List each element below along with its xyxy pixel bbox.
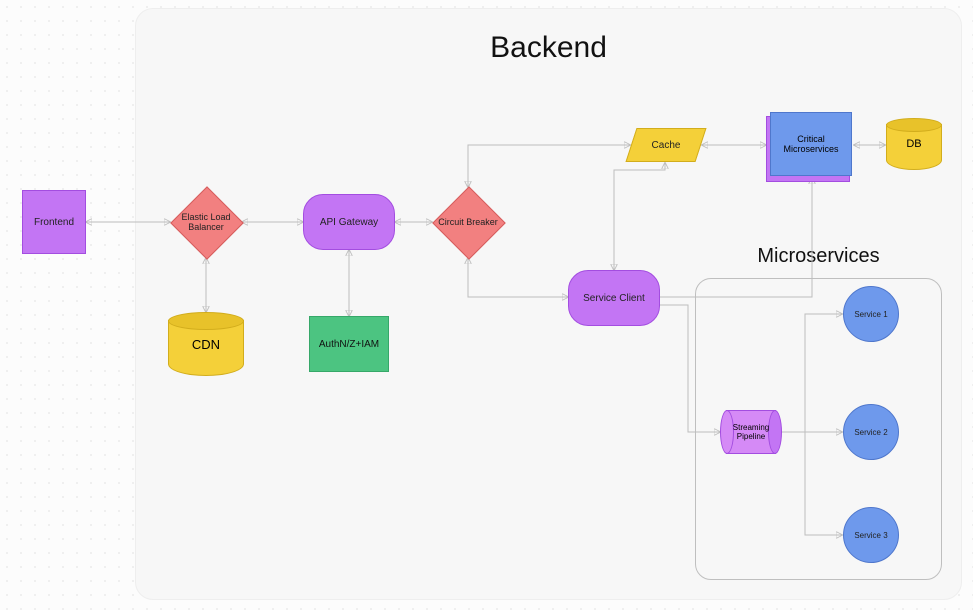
- node-label: Circuit Breaker: [433, 187, 503, 257]
- node-service-2[interactable]: Service 2: [843, 404, 899, 460]
- node-label: DB: [886, 118, 942, 170]
- node-label: API Gateway: [320, 217, 378, 228]
- stack-front: Critical Microservices: [770, 112, 852, 176]
- node-frontend[interactable]: Frontend: [22, 190, 86, 254]
- node-label: Service 1: [854, 310, 887, 319]
- node-label: AuthN/Z+IAM: [319, 339, 379, 350]
- node-cdn[interactable]: CDN: [168, 312, 244, 376]
- node-label: Critical Microservices: [775, 134, 847, 154]
- node-streaming-pipeline[interactable]: Streaming Pipeline: [721, 410, 781, 454]
- node-service-client[interactable]: Service Client: [568, 270, 660, 326]
- node-elb[interactable]: Elastic Load Balancer: [171, 187, 241, 257]
- node-cache[interactable]: Cache: [631, 128, 701, 162]
- node-label: Streaming Pipeline: [721, 410, 781, 454]
- node-authnz[interactable]: AuthN/Z+IAM: [309, 316, 389, 372]
- node-service-3[interactable]: Service 3: [843, 507, 899, 563]
- node-label: Frontend: [34, 217, 74, 228]
- node-label: Cache: [631, 128, 701, 162]
- node-label: Service Client: [583, 293, 645, 304]
- backend-title: Backend: [136, 31, 961, 65]
- node-label: Service 2: [854, 428, 887, 437]
- node-circuit-breaker[interactable]: Circuit Breaker: [433, 187, 503, 257]
- node-db[interactable]: DB: [886, 118, 942, 170]
- node-label: Elastic Load Balancer: [171, 187, 241, 257]
- microservices-title: Microservices: [696, 245, 941, 268]
- node-critical-microservices[interactable]: Critical Microservices: [770, 112, 852, 176]
- node-label: CDN: [168, 312, 244, 376]
- node-service-1[interactable]: Service 1: [843, 286, 899, 342]
- node-label: Service 3: [854, 531, 887, 540]
- node-api-gateway[interactable]: API Gateway: [303, 194, 395, 250]
